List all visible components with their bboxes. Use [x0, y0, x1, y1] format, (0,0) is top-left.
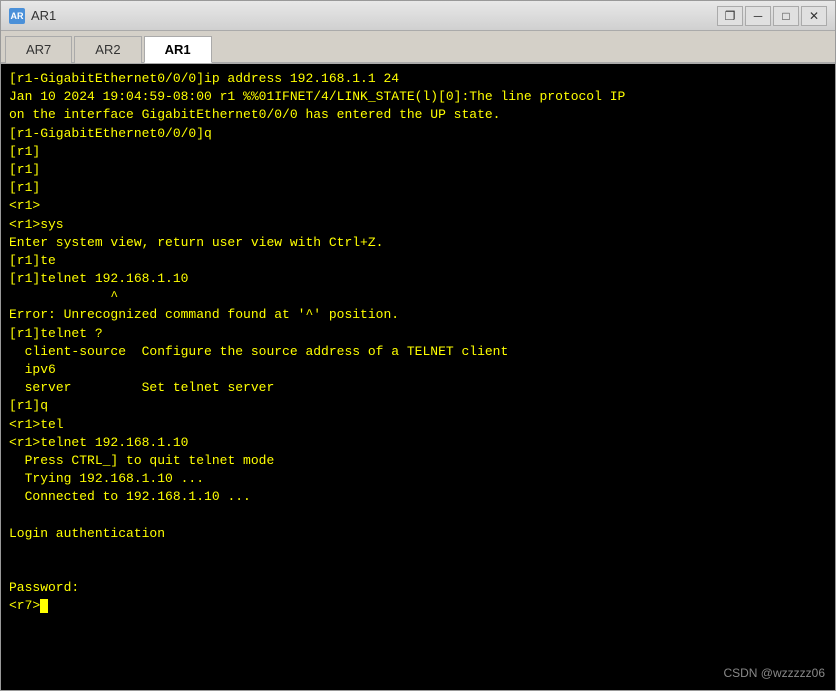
terminal-line: <r1>tel — [9, 416, 827, 434]
terminal-line: <r1> — [9, 197, 827, 215]
terminal-area[interactable]: [r1-GigabitEthernet0/0/0]ip address 192.… — [1, 64, 835, 690]
title-bar: AR AR1 ❐ ─ □ ✕ — [1, 1, 835, 31]
terminal-line: Connected to 192.168.1.10 ... — [9, 488, 827, 506]
terminal-line — [9, 561, 827, 579]
terminal-line: client-source Configure the source addre… — [9, 343, 827, 361]
terminal-line: Error: Unrecognized command found at '^'… — [9, 306, 827, 324]
terminal-line: [r1] — [9, 143, 827, 161]
terminal-line: <r1>telnet 192.168.1.10 — [9, 434, 827, 452]
tab-ar1[interactable]: AR1 — [144, 36, 212, 63]
terminal-line: on the interface GigabitEthernet0/0/0 ha… — [9, 106, 827, 124]
terminal-line: [r1-GigabitEthernet0/0/0]q — [9, 125, 827, 143]
terminal-line — [9, 507, 827, 525]
terminal-line: <r7> — [9, 597, 827, 615]
terminal-line: [r1] — [9, 179, 827, 197]
terminal-line: <r1>sys — [9, 216, 827, 234]
tab-ar7[interactable]: AR7 — [5, 36, 72, 63]
minimize-button[interactable]: ─ — [745, 6, 771, 26]
terminal-cursor — [40, 599, 48, 613]
close-button[interactable]: ✕ — [801, 6, 827, 26]
title-bar-left: AR AR1 — [9, 8, 56, 24]
terminal-line: [r1] — [9, 161, 827, 179]
terminal-line: [r1-GigabitEthernet0/0/0]ip address 192.… — [9, 70, 827, 88]
terminal-line: Press CTRL_] to quit telnet mode — [9, 452, 827, 470]
terminal-line: [r1]te — [9, 252, 827, 270]
terminal-line: [r1]telnet 192.168.1.10 — [9, 270, 827, 288]
terminal-line: Password: — [9, 579, 827, 597]
tab-ar2[interactable]: AR2 — [74, 36, 141, 63]
watermark: CSDN @wzzzzz06 — [723, 665, 825, 682]
tab-bar: AR7 AR2 AR1 — [1, 31, 835, 64]
terminal-output: [r1-GigabitEthernet0/0/0]ip address 192.… — [9, 70, 827, 616]
app-icon: AR — [9, 8, 25, 24]
maximize-button[interactable]: □ — [773, 6, 799, 26]
terminal-line: Jan 10 2024 19:04:59-08:00 r1 %%01IFNET/… — [9, 88, 827, 106]
terminal-line: ^ — [9, 288, 827, 306]
terminal-line: server Set telnet server — [9, 379, 827, 397]
terminal-line: [r1]telnet ? — [9, 325, 827, 343]
window-controls: ❐ ─ □ ✕ — [717, 6, 827, 26]
terminal-line: Trying 192.168.1.10 ... — [9, 470, 827, 488]
terminal-line: ipv6 — [9, 361, 827, 379]
terminal-line: Enter system view, return user view with… — [9, 234, 827, 252]
terminal-line — [9, 543, 827, 561]
window-title: AR1 — [31, 8, 56, 23]
main-window: AR AR1 ❐ ─ □ ✕ AR7 AR2 AR1 [r1-GigabitEt… — [0, 0, 836, 691]
terminal-line: Login authentication — [9, 525, 827, 543]
restore-button[interactable]: ❐ — [717, 6, 743, 26]
terminal-line: [r1]q — [9, 397, 827, 415]
